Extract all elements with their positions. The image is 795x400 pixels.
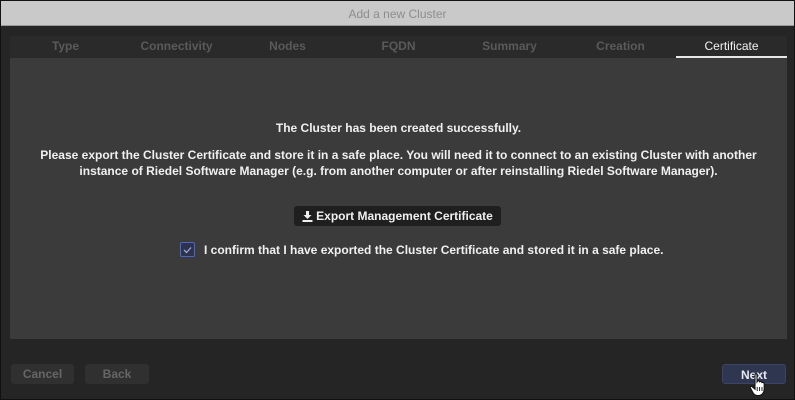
confirm-row: I confirm that I have exported the Clust… bbox=[180, 242, 663, 257]
cancel-button[interactable]: Cancel bbox=[11, 364, 74, 384]
export-instructions: Please export the Cluster Certificate an… bbox=[40, 148, 757, 178]
dialog-title: Add a new Cluster bbox=[1, 1, 794, 26]
success-message: The Cluster has been created successfull… bbox=[275, 121, 522, 135]
confirm-checkbox[interactable] bbox=[180, 242, 195, 257]
tab-connectivity[interactable]: Connectivity bbox=[121, 36, 232, 58]
add-cluster-dialog: Add a new Cluster Type Connectivity Node… bbox=[0, 0, 795, 400]
tab-summary[interactable]: Summary bbox=[454, 36, 565, 58]
back-button[interactable]: Back bbox=[85, 364, 149, 384]
confirm-label: I confirm that I have exported the Clust… bbox=[204, 242, 664, 257]
download-icon bbox=[302, 211, 313, 222]
tab-certificate[interactable]: Certificate bbox=[676, 36, 787, 58]
tab-fqdn[interactable]: FQDN bbox=[343, 36, 454, 58]
tab-type[interactable]: Type bbox=[10, 36, 121, 58]
wizard-steps: Type Connectivity Nodes FQDN Summary Cre… bbox=[10, 36, 787, 58]
checkmark-icon bbox=[183, 246, 192, 253]
tab-creation[interactable]: Creation bbox=[565, 36, 676, 58]
certificate-panel: The Cluster has been created successfull… bbox=[10, 58, 787, 339]
next-button[interactable]: Next bbox=[722, 364, 786, 384]
export-certificate-button[interactable]: Export Management Certificate bbox=[294, 206, 501, 226]
tab-nodes[interactable]: Nodes bbox=[232, 36, 343, 58]
export-certificate-label: Export Management Certificate bbox=[316, 209, 493, 223]
